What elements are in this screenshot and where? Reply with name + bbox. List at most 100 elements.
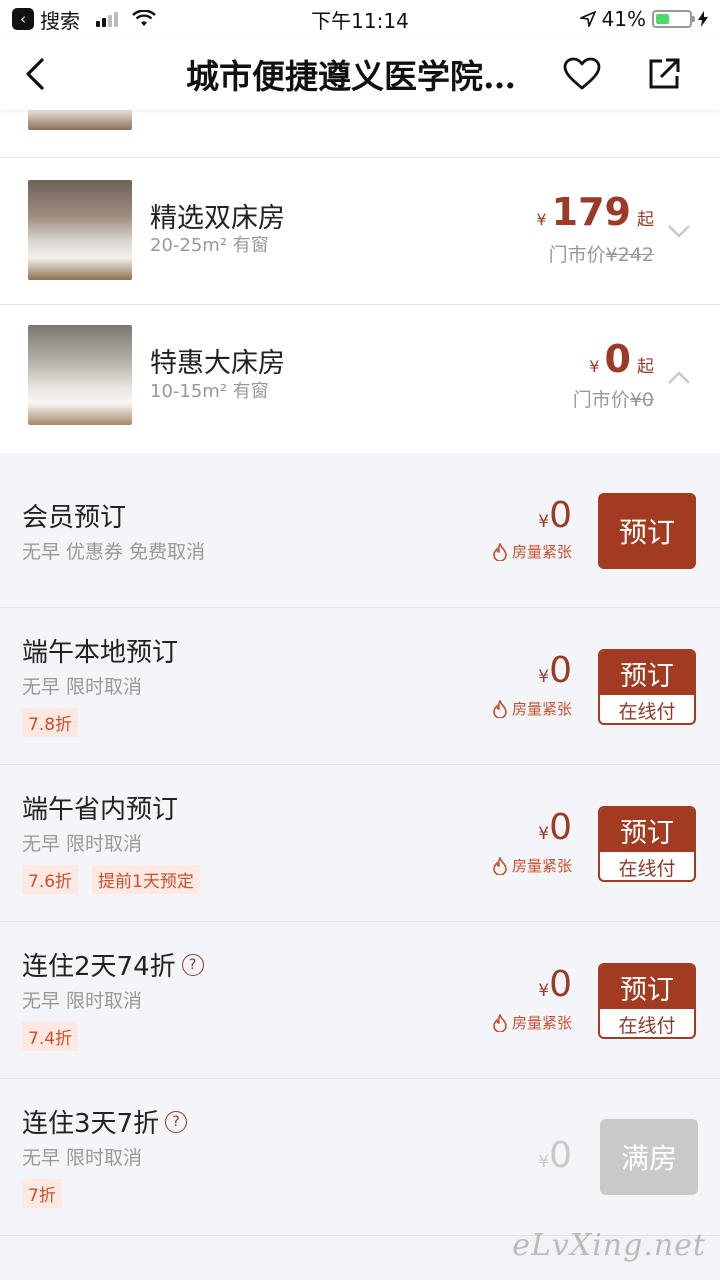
plan-title: 连住2天74折 ? [22, 946, 204, 983]
plan-desc: 无早 限时取消 [22, 676, 143, 698]
book-label: 预订 [600, 808, 694, 852]
flame-icon [493, 1013, 507, 1032]
battery-fill [656, 14, 670, 24]
back-button[interactable] [0, 38, 70, 110]
rate-plan-row[interactable]: 端午省内预订 无早 限时取消 7.6折 提前1天预定 ¥0 房量紧张 预订 在线… [0, 765, 720, 922]
favorite-button[interactable] [560, 52, 604, 96]
room-row-partial[interactable] [0, 30, 720, 158]
currency-symbol: ¥ [538, 512, 550, 532]
plan-title-text: 连住2天74折 [22, 952, 176, 982]
scarcity-text: 房量紧张 [511, 543, 572, 561]
room-size: 20-25m² 有窗 [150, 235, 269, 256]
room-price: ¥ 0起 [589, 337, 654, 381]
status-left: ‹ 搜索 [12, 5, 156, 34]
cellular-signal-icon [96, 11, 118, 27]
pay-online-label: 在线付 [618, 700, 676, 723]
discount-tag: 7.4折 [22, 1022, 79, 1051]
battery-icon [652, 10, 695, 28]
rate-plan-row[interactable]: 端午本地预订 无早 限时取消 7.8折 ¥0 房量紧张 预订 在线付 [0, 608, 720, 765]
scarcity-badge: 房量紧张 [492, 698, 572, 719]
book-label: 预订 [600, 651, 694, 695]
scarcity-badge: 房量紧张 [492, 1012, 572, 1033]
book-online-button[interactable]: 预订 在线付 [598, 806, 696, 882]
discount-tag: 7.6折 [22, 865, 79, 894]
rate-plan-row[interactable]: 连住2天74折 ? 无早 限时取消 7.4折 ¥0 房量紧张 预订 在线付 [0, 922, 720, 1079]
currency-symbol: ¥ [538, 824, 550, 844]
plan-desc: 无早 限时取消 [22, 1147, 143, 1169]
market-price: 门市价¥242 [549, 240, 654, 267]
nav-bar: 城市便捷遵义医学院… [0, 38, 720, 110]
watermark: eLvXing.net [512, 1228, 706, 1263]
book-button[interactable]: 预订 [598, 493, 696, 569]
share-icon [649, 58, 680, 89]
flame-icon [493, 542, 507, 561]
market-price-value: ¥242 [605, 244, 654, 266]
currency-symbol: ¥ [538, 981, 550, 1001]
plan-tags: 7.4折 [22, 1022, 79, 1051]
price-value: 179 [551, 190, 631, 234]
chevron-up-icon[interactable] [666, 365, 692, 391]
price-from-label: 起 [637, 357, 654, 377]
price-value: 0 [549, 650, 572, 691]
discount-tag: 7折 [22, 1179, 62, 1208]
book-online-button[interactable]: 预订 在线付 [598, 963, 696, 1039]
sold-out-button: 满房 [600, 1119, 698, 1195]
plan-title-text: 端午省内预订 [22, 795, 179, 825]
market-price-label: 门市价 [572, 389, 630, 411]
status-bar: ‹ 搜索 下午11:14 41% [0, 0, 720, 38]
flame-icon [493, 699, 507, 718]
plan-title-text: 连住3天7折 [22, 1109, 160, 1139]
plan-tags: 7.6折 提前1天预定 [22, 865, 200, 894]
rate-plan-row[interactable]: 会员预订 无早 优惠券 免费取消 ¥0 房量紧张 预订 [0, 453, 720, 608]
rate-plan-row[interactable]: 连住3天7折 ? 无早 限时取消 7折 ¥0 满房 [0, 1079, 720, 1236]
plan-title: 会员预订 [22, 497, 126, 534]
discount-tag: 7.8折 [22, 708, 79, 737]
room-row[interactable]: 精选双床房 20-25m² 有窗 ¥ 179 起 门市价¥242 [0, 158, 720, 305]
share-button[interactable] [642, 52, 686, 96]
book-label: 预订 [600, 965, 694, 1009]
plan-price: ¥0 [538, 1135, 572, 1176]
room-name: 精选双床房 [150, 203, 285, 234]
plan-desc: 无早 限时取消 [22, 990, 143, 1012]
plan-tags: 7折 [22, 1179, 62, 1208]
battery-percent: 41% [601, 7, 646, 31]
price-from-label: 起 [637, 210, 654, 230]
plan-price: ¥0 [538, 964, 572, 1005]
help-icon[interactable]: ? [165, 1110, 188, 1133]
currency-symbol: ¥ [536, 210, 547, 229]
plan-price: ¥0 [538, 650, 572, 691]
plan-title-text: 端午本地预订 [22, 638, 179, 668]
currency-symbol: ¥ [589, 357, 600, 376]
help-icon[interactable]: ? [181, 953, 204, 976]
pay-online-label: 在线付 [618, 1014, 676, 1037]
market-price-label: 门市价 [548, 244, 606, 266]
scarcity-text: 房量紧张 [511, 857, 572, 875]
room-size: 10-15m² 有窗 [150, 381, 269, 402]
currency-symbol: ¥ [538, 1152, 550, 1172]
back-to-app-icon[interactable]: ‹ [12, 8, 34, 30]
status-right: 41% [579, 7, 708, 31]
currency-symbol: ¥ [538, 667, 550, 687]
book-online-button[interactable]: 预订 在线付 [598, 649, 696, 725]
plan-desc: 无早 优惠券 免费取消 [22, 541, 206, 563]
location-arrow-icon [579, 11, 596, 27]
plan-title: 端午省内预订 [22, 789, 178, 826]
plan-price: ¥0 [538, 495, 572, 536]
flame-icon [493, 856, 507, 875]
plan-title-text: 会员预订 [22, 503, 127, 533]
page-title: 城市便捷遵义医学院… [186, 57, 516, 96]
price-value: 0 [549, 964, 572, 1005]
plan-price: ¥0 [538, 807, 572, 848]
back-to-app-label[interactable]: 搜索 [40, 5, 80, 34]
price-value: 0 [604, 337, 631, 381]
pay-online-label: 在线付 [618, 857, 676, 880]
heart-icon [563, 57, 601, 90]
chevron-down-icon[interactable] [666, 218, 692, 244]
room-row-expanded[interactable]: 特惠大床房 10-15m² 有窗 ¥ 0起 门市价¥0 [0, 305, 720, 453]
scarcity-badge: 房量紧张 [492, 541, 572, 562]
room-name: 特惠大床房 [150, 348, 285, 379]
market-price-value: ¥0 [629, 389, 654, 411]
advance-booking-tag: 提前1天预定 [92, 865, 200, 894]
charging-bolt-icon [698, 11, 708, 27]
room-thumbnail [28, 180, 132, 280]
